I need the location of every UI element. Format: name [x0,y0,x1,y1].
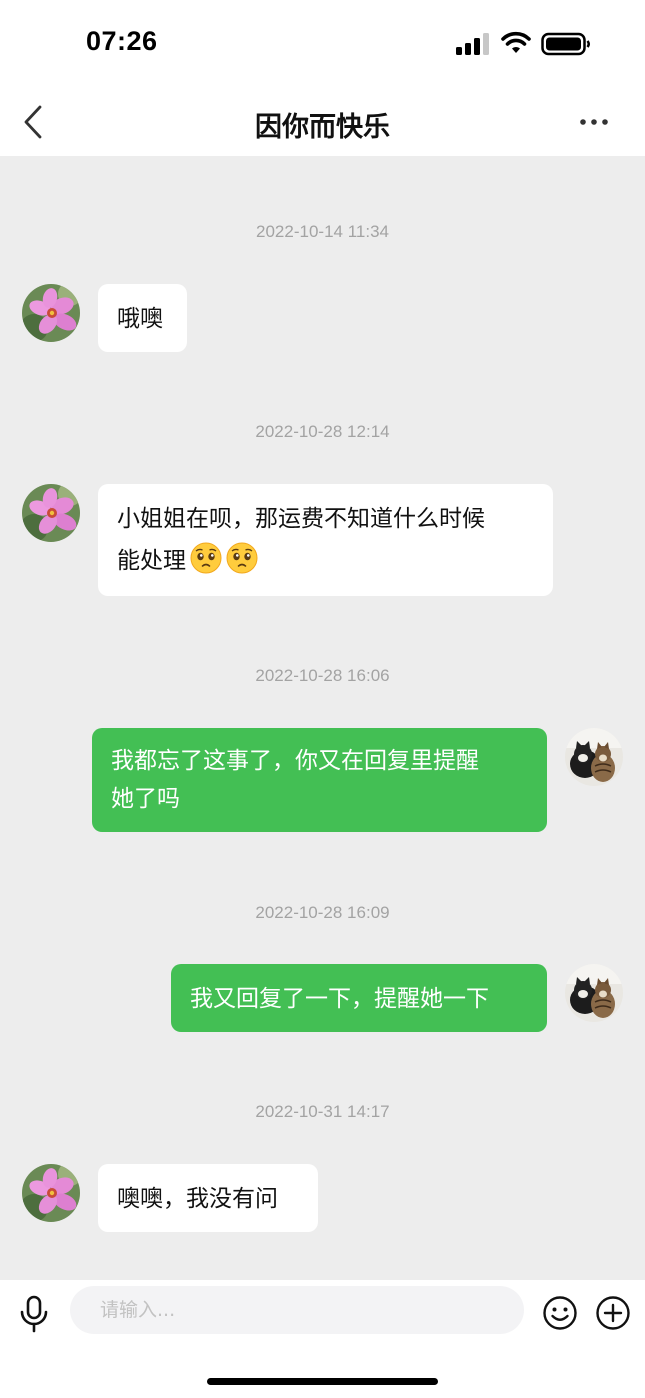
flower-avatar-image [22,484,80,542]
message-text: 哦噢 [117,306,163,332]
message-timestamp: 2022-10-31 14:17 [255,1102,390,1121]
message-text-line: 小姐姐在呗，那运费不知道什么时候 [117,506,485,532]
my-avatar[interactable] [565,728,623,786]
message-bubble-incoming[interactable]: 噢噢，我没有问 [98,1164,318,1232]
message-input[interactable] [70,1286,524,1334]
message-timestamp: 2022-10-14 11:34 [256,222,389,241]
message-bubble-outgoing[interactable]: 我又回复了一下，提醒她一下 [171,964,547,1032]
message-text: 噢噢，我没有问 [117,1186,278,1212]
message-timestamp: 2022-10-28 16:09 [255,903,390,922]
home-indicator[interactable] [207,1378,438,1385]
input-bar [0,1280,645,1398]
contact-avatar[interactable] [22,284,80,342]
cellular-signal-icon [456,33,489,55]
cat-avatar-image [565,728,623,786]
plus-circle-icon[interactable] [595,1295,631,1331]
flower-avatar-image [22,284,80,342]
battery-icon [541,32,590,56]
status-time: 07:26 [86,26,158,56]
message-timestamp: 2022-10-28 16:06 [255,666,390,685]
contact-avatar[interactable] [22,484,80,542]
my-avatar[interactable] [565,964,623,1022]
message-bubble-incoming[interactable]: 小姐姐在呗，那运费不知道什么时候 能处理 [98,484,553,596]
pleading-face-icon [226,542,258,574]
chat-header: 因你而快乐 [0,88,645,156]
more-dots-icon[interactable] [576,112,612,132]
message-text-line: 我都忘了这事了，你又在回复里提醒 [111,748,479,774]
cat-avatar-image [565,964,623,1022]
smiley-icon[interactable] [542,1295,578,1331]
message-text-line: 她了吗 [111,786,180,812]
chat-title: 因你而快乐 [255,112,390,143]
flower-avatar-image [22,1164,80,1222]
message-text: 我又回复了一下，提醒她一下 [190,986,489,1012]
contact-avatar[interactable] [22,1164,80,1222]
message-list[interactable]: 2022-10-14 11:34 哦噢 2022-10-28 12:14 小姐姐… [0,156,645,1280]
message-bubble-incoming[interactable]: 哦噢 [98,284,187,352]
microphone-icon[interactable] [19,1295,49,1333]
message-text-line: 能处理 [117,548,186,574]
wifi-icon [501,31,531,53]
pleading-face-icon [190,542,222,574]
message-bubble-outgoing[interactable]: 我都忘了这事了，你又在回复里提醒 她了吗 [92,728,547,832]
message-timestamp: 2022-10-28 12:14 [255,422,390,441]
message-text-line-with-emoji: 能处理 [117,540,534,582]
status-bar: 07:26 [0,0,645,88]
